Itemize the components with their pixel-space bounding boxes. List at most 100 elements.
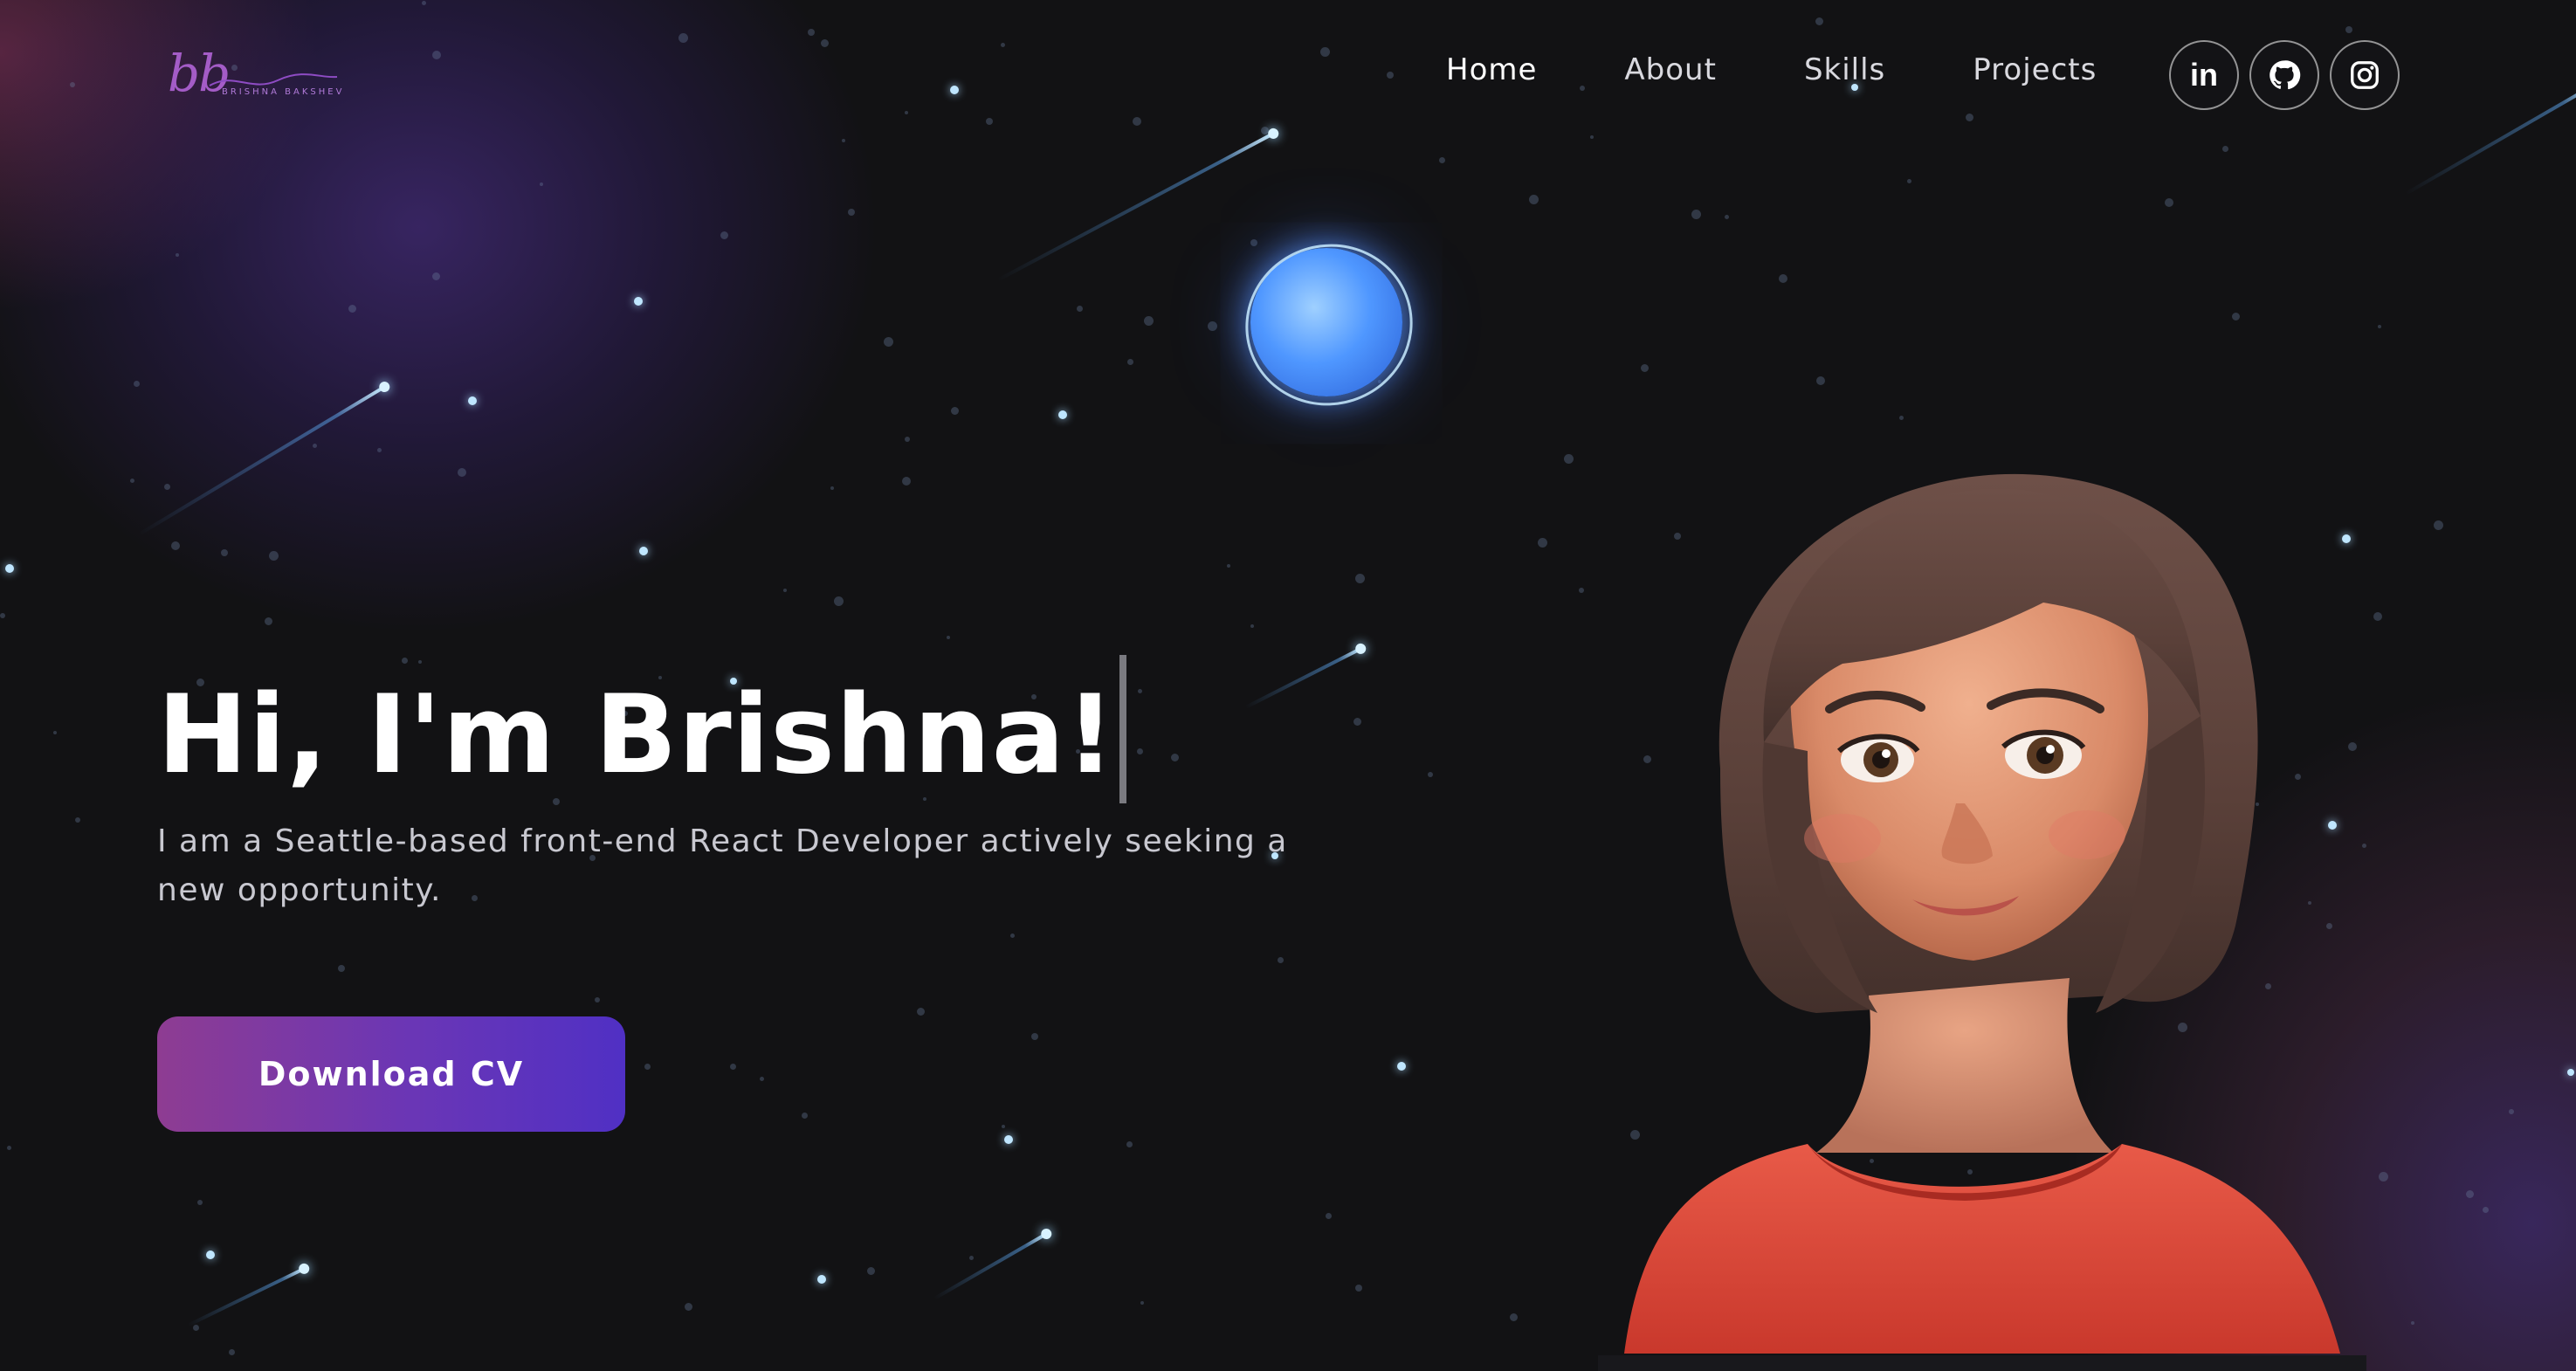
instagram-button[interactable] (2330, 40, 2400, 110)
dust-particle (1208, 321, 1217, 331)
dust-particle (1529, 195, 1539, 204)
dust-particle (2345, 26, 2352, 33)
dust-particle (70, 82, 75, 87)
shooting-star-icon (996, 131, 1276, 282)
dust-particle (1077, 306, 1083, 312)
dust-particle (902, 477, 911, 486)
dust-particle (313, 444, 317, 448)
star-icon (5, 564, 14, 573)
dust-particle (2362, 844, 2366, 848)
hero-subtitle: I am a Seattle-based front-end React Dev… (157, 823, 1288, 908)
dust-particle (1538, 538, 1547, 548)
dust-particle (1140, 1301, 1144, 1305)
shooting-star-icon (933, 1231, 1049, 1300)
dust-particle (432, 272, 440, 280)
dust-particle (193, 1325, 199, 1331)
page-bottom-edge (1598, 1355, 2366, 1371)
avatar-illustration (1624, 473, 2340, 1354)
landing-page: bb BRISHNA BAKSHEV Home About Skills Pro… (0, 0, 2576, 1371)
dust-particle (2466, 1190, 2474, 1198)
planet-ring (1224, 222, 1434, 428)
dust-particle (905, 437, 910, 442)
dust-particle (2222, 146, 2228, 152)
nav-projects[interactable]: Projects (1973, 52, 2097, 87)
hero-title-text: Hi, I'm Brishna! (157, 672, 1116, 798)
github-button[interactable] (2249, 40, 2319, 110)
dust-particle (783, 589, 787, 592)
main-navigation: Home About Skills Projects (1446, 52, 2097, 87)
dust-particle (1691, 210, 1701, 219)
dust-particle (905, 111, 908, 114)
dust-particle (176, 253, 179, 257)
dust-particle (221, 549, 228, 556)
dust-particle (269, 551, 279, 561)
brand-logo[interactable]: bb BRISHNA BAKSHEV (164, 44, 348, 114)
shooting-star-icon (138, 384, 388, 536)
dust-particle (2379, 1172, 2388, 1182)
dust-particle (1144, 316, 1154, 326)
dust-particle (1907, 179, 1911, 183)
dust-particle (1966, 114, 1973, 121)
github-icon (2269, 60, 2301, 90)
dust-particle (1815, 17, 1823, 25)
dust-particle (2232, 313, 2240, 320)
dust-particle (2373, 612, 2382, 621)
dust-particle (134, 381, 140, 387)
shooting-star-icon (1244, 646, 1363, 709)
dust-particle (1439, 157, 1445, 163)
hero-title: Hi, I'm Brishna! (157, 655, 1126, 803)
star-icon (634, 297, 643, 306)
dust-particle (1899, 416, 1904, 420)
dust-particle (969, 1256, 974, 1260)
dust-particle (802, 1113, 808, 1119)
star-icon (1004, 1135, 1013, 1144)
dust-particle (730, 1064, 736, 1070)
dust-particle (540, 183, 543, 186)
dust-particle (197, 1200, 203, 1205)
dust-particle (1138, 689, 1142, 693)
dust-particle (834, 596, 844, 606)
linkedin-button[interactable]: in (2169, 40, 2239, 110)
logo-wordmark: BRISHNA BAKSHEV (222, 87, 345, 97)
dust-particle (1137, 748, 1143, 754)
dust-particle (1579, 588, 1584, 593)
instagram-icon (2351, 61, 2379, 89)
dust-particle (760, 1077, 764, 1081)
dust-particle (265, 617, 272, 625)
nav-about[interactable]: About (1624, 52, 1717, 87)
dust-particle (808, 29, 815, 36)
dust-particle (338, 965, 345, 972)
dust-particle (171, 541, 180, 550)
dust-particle (432, 51, 441, 59)
dust-particle (1355, 574, 1365, 583)
nav-home[interactable]: Home (1446, 52, 1537, 87)
dust-particle (951, 407, 959, 415)
dust-particle (1428, 772, 1433, 777)
dust-particle (842, 139, 845, 142)
dust-particle (53, 731, 57, 734)
dust-particle (830, 486, 834, 490)
dust-particle (1126, 1141, 1133, 1147)
dust-particle (884, 337, 893, 347)
dust-particle (1564, 454, 1574, 464)
dust-particle (1353, 718, 1361, 726)
dust-particle (1171, 754, 1179, 761)
star-icon (817, 1275, 826, 1284)
dust-particle (2165, 198, 2173, 207)
dust-particle (1002, 1125, 1005, 1128)
dust-particle (1725, 215, 1729, 219)
dust-particle (2483, 1207, 2489, 1213)
dust-particle (1387, 72, 1394, 79)
dust-particle (644, 1064, 651, 1070)
download-cv-button[interactable]: Download CV (157, 1016, 625, 1132)
nav-skills[interactable]: Skills (1804, 52, 1885, 87)
dust-particle (1250, 624, 1254, 628)
dust-particle (917, 1008, 925, 1016)
star-icon (2567, 1069, 2574, 1076)
shooting-star-icon (2404, 79, 2576, 196)
dust-particle (1816, 376, 1825, 385)
star-icon (950, 86, 959, 94)
dust-particle (229, 1349, 235, 1355)
dust-particle (867, 1267, 875, 1275)
linkedin-icon: in (2190, 57, 2218, 93)
